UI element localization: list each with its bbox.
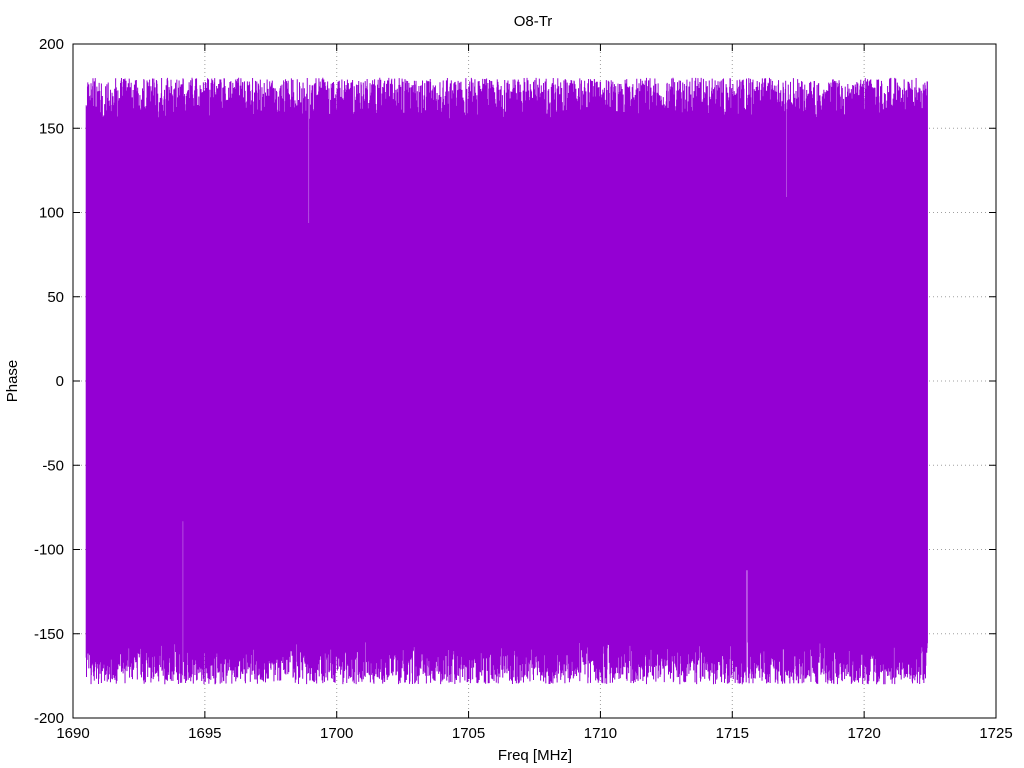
x-tick-label: 1700 — [320, 725, 353, 742]
x-tick-label: 1695 — [188, 725, 221, 742]
y-axis-label: Phase — [4, 360, 21, 403]
x-tick-label: 1725 — [979, 725, 1012, 742]
y-tick-label: 150 — [39, 120, 64, 137]
phase-chart: 1690 1695 1700 1705 1710 1715 1720 1725 -200 -15… — [0, 0, 1024, 768]
y-tick-label: 50 — [47, 289, 64, 306]
y-tick-label: 200 — [39, 36, 64, 53]
series-phase — [85, 77, 928, 685]
x-tick-label: 1690 — [56, 725, 89, 742]
x-axis-label: Freq [MHz] — [498, 747, 572, 764]
y-tick-label: -200 — [34, 710, 64, 727]
x-tick-label: 1720 — [847, 725, 880, 742]
x-tick-label: 1715 — [716, 725, 749, 742]
chart-title: O8-Tr — [514, 13, 553, 30]
y-tick-label: -100 — [34, 542, 64, 559]
y-tick-label: 0 — [56, 373, 64, 390]
x-tick-label: 1710 — [584, 725, 617, 742]
y-tick-label: 100 — [39, 205, 64, 222]
x-tick-label: 1705 — [452, 725, 485, 742]
y-tick-label: -50 — [42, 457, 64, 474]
phase-series-line — [85, 77, 928, 685]
y-tick-label: -150 — [34, 626, 64, 643]
